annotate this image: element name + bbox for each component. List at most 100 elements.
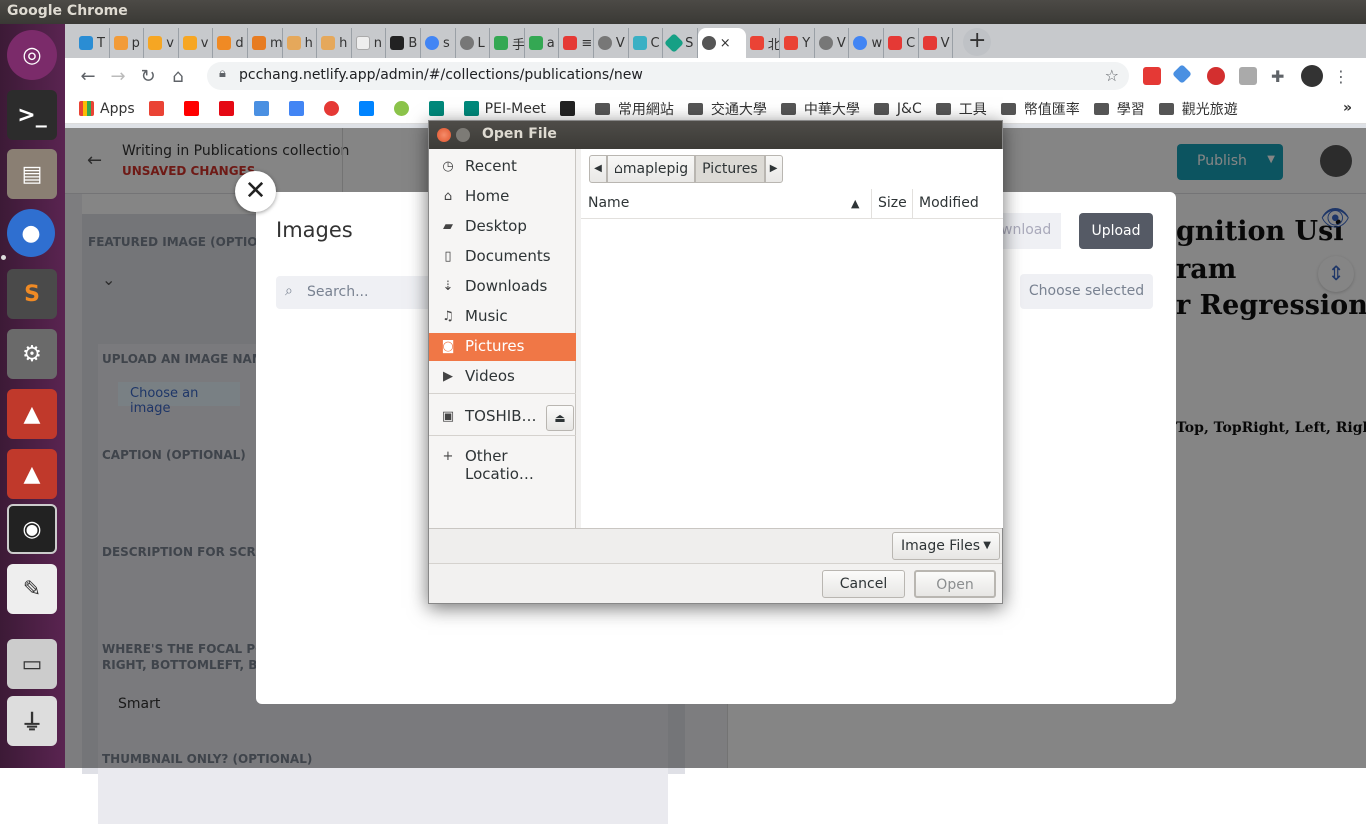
place-videos[interactable]: ▶ Videos <box>429 363 576 391</box>
bookmark-folder[interactable]: 幣值匯率 <box>1000 99 1080 119</box>
tab[interactable]: n <box>352 28 387 58</box>
place-home[interactable]: ⌂ Home <box>429 183 576 211</box>
tab[interactable]: p <box>110 28 145 58</box>
tab[interactable]: d <box>213 28 248 58</box>
open-button[interactable]: Open <box>914 570 996 598</box>
clock-icon: ◷ <box>442 159 454 174</box>
tab[interactable]: 手 <box>490 28 525 58</box>
bookmark-folder[interactable]: 學習 <box>1093 99 1145 119</box>
place-desktop[interactable]: ▰ Desktop <box>429 213 576 241</box>
tab[interactable]: v <box>144 28 179 58</box>
bookmark-star-icon[interactable]: ☆ <box>1105 66 1119 85</box>
place-pictures[interactable]: ◙ Pictures <box>429 333 576 361</box>
chrome-icon[interactable]: ● <box>7 209 55 257</box>
download-button[interactable]: wnload <box>1001 213 1061 249</box>
path-scroll-left-icon[interactable]: ◀ <box>589 155 607 183</box>
bookmark-gmail[interactable] <box>148 101 170 116</box>
place-documents[interactable]: ▯ Documents <box>429 243 576 271</box>
search-field[interactable]: ⌕ Search... <box>276 276 436 309</box>
tab[interactable]: L <box>456 28 491 58</box>
profile-avatar[interactable] <box>1301 65 1323 87</box>
system-settings-icon[interactable]: ⚙ <box>7 329 57 379</box>
extension-icon[interactable] <box>1143 67 1161 85</box>
tab[interactable]: S <box>663 28 698 58</box>
tab[interactable]: C <box>884 28 919 58</box>
home-button[interactable]: ⌂ <box>163 66 193 87</box>
bookmark-doc[interactable] <box>559 101 581 116</box>
sublime-text-icon[interactable]: S <box>7 269 57 319</box>
back-button[interactable]: ← <box>73 66 103 87</box>
text-editor-icon[interactable]: ✎ <box>7 564 57 614</box>
bookmark-translate[interactable] <box>288 101 310 116</box>
matlab-icon[interactable]: ▲ <box>7 389 57 439</box>
extension-icon[interactable] <box>1172 64 1192 84</box>
file-manager-icon[interactable]: ▤ <box>7 149 57 199</box>
forward-button[interactable]: → <box>103 66 133 87</box>
extensions-puzzle-icon[interactable]: ✚ <box>1271 67 1289 86</box>
tab[interactable]: ≡ <box>559 28 594 58</box>
terminal-icon[interactable]: >_ <box>7 90 57 140</box>
place-downloads[interactable]: ⇣ Downloads <box>429 273 576 301</box>
bookmark-blue[interactable] <box>253 101 275 116</box>
bookmark-pei-meet[interactable]: PEI-Meet <box>463 101 546 117</box>
column-modified[interactable]: Modified <box>919 195 979 211</box>
tab[interactable]: h <box>283 28 318 58</box>
tab[interactable]: T <box>75 28 110 58</box>
bookmark-zhihu[interactable] <box>358 101 380 116</box>
bookmark-smiley[interactable] <box>393 101 415 116</box>
tab[interactable]: v <box>179 28 214 58</box>
tab[interactable]: m <box>248 28 283 58</box>
bookmark-folder[interactable]: 常用網站 <box>594 99 674 119</box>
bookmark-folder[interactable]: 觀光旅遊 <box>1158 99 1238 119</box>
bookmark-folder[interactable]: 工具 <box>935 99 987 119</box>
adblock-icon[interactable] <box>1207 67 1225 85</box>
tab[interactable]: B <box>386 28 421 58</box>
tab[interactable]: 北 <box>746 28 781 58</box>
reload-button[interactable]: ↻ <box>133 66 163 87</box>
menu-kebab-icon[interactable]: ⋮ <box>1333 67 1351 86</box>
place-other-locations[interactable]: + Other Locatio… <box>429 443 576 483</box>
tab[interactable]: V <box>815 28 850 58</box>
bookmark-apps[interactable]: Apps <box>79 101 135 117</box>
tab[interactable]: V <box>919 28 954 58</box>
upload-button[interactable]: Upload <box>1079 213 1153 249</box>
bookmark-youtube[interactable] <box>183 101 205 116</box>
bookmark-folder[interactable]: 中華大學 <box>780 99 860 119</box>
bookmark-meet[interactable] <box>428 101 450 116</box>
path-scroll-right-icon[interactable]: ▶ <box>764 155 783 183</box>
path-segment-home[interactable]: ⌂maplepig <box>607 155 696 183</box>
usb-drive-icon[interactable]: ⏚ <box>7 696 57 746</box>
tab[interactable]: s <box>421 28 456 58</box>
disk-utility-icon[interactable]: ◉ <box>7 504 57 554</box>
dialog-close-icon[interactable] <box>437 128 451 142</box>
new-tab-button[interactable]: + <box>963 28 992 56</box>
choose-selected-button[interactable]: Choose selected <box>1020 274 1153 309</box>
more-bookmarks-button[interactable]: » <box>1343 100 1352 116</box>
path-segment-pictures[interactable]: Pictures <box>695 155 765 183</box>
column-size[interactable]: Size <box>878 195 907 211</box>
tab[interactable]: Y <box>780 28 815 58</box>
address-bar[interactable]: 🔒︎ pcchang.netlify.app/admin/#/collectio… <box>207 62 1129 90</box>
place-music[interactable]: ♫ Music <box>429 303 576 331</box>
tab[interactable]: a <box>525 28 560 58</box>
cancel-button[interactable]: Cancel <box>822 570 905 598</box>
bookmark-folder[interactable]: 交通大學 <box>687 99 767 119</box>
tab-active[interactable]: × <box>697 28 746 58</box>
drive-icon[interactable]: ▭ <box>7 639 57 689</box>
bookmark-red[interactable] <box>323 101 345 116</box>
tab[interactable]: C <box>629 28 664 58</box>
ubuntu-logo-icon[interactable]: ◎ <box>7 30 57 80</box>
column-name[interactable]: Name <box>588 195 629 211</box>
dialog-maximize-icon[interactable] <box>456 128 470 142</box>
eject-icon[interactable]: ⏏ <box>546 405 574 431</box>
cast-icon[interactable] <box>1239 67 1257 85</box>
place-recent[interactable]: ◷ Recent <box>429 153 576 181</box>
tab[interactable]: h <box>317 28 352 58</box>
close-modal-button[interactable]: ✕ <box>235 171 276 212</box>
bookmark-folder[interactable]: J&C <box>873 101 922 117</box>
tab[interactable]: V <box>594 28 629 58</box>
bookmark-netflix[interactable] <box>218 101 240 116</box>
tab[interactable]: w <box>849 28 885 58</box>
matlab-icon-2[interactable]: ▲ <box>7 449 57 499</box>
file-type-filter[interactable]: Image Files ▼ <box>892 532 1000 560</box>
